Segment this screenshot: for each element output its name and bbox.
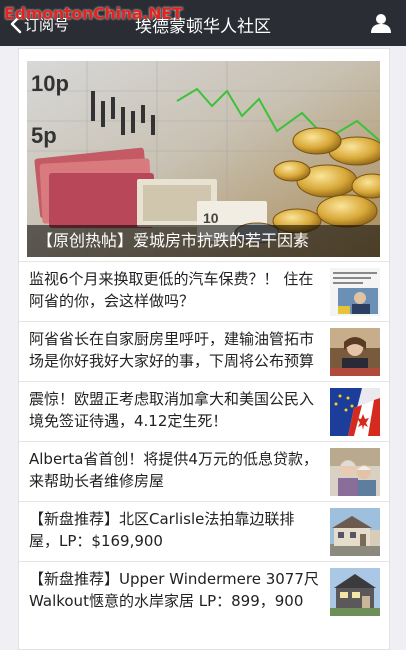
townhouse-thumbnail (330, 508, 380, 556)
chart-tick-label: 10p (31, 71, 69, 96)
premier-video-thumbnail (330, 328, 380, 376)
list-item[interactable]: 阿省省长在自家厨房里呼吁，建输油管拓市场是你好我好大家好的事，下周将公布预算 (19, 321, 389, 381)
chart-tick-label: 5p (31, 123, 57, 148)
svg-text:10: 10 (203, 210, 219, 226)
seniors-couple-thumbnail (330, 448, 380, 496)
hero-caption: 【原创热帖】爱城房市抗跌的若干因素 (27, 225, 380, 257)
back-label: 订阅号 (24, 15, 70, 34)
hero-article[interactable]: 10p 5p 10 【原创热帖】爱城房市抗跌的若干因素 (27, 61, 380, 257)
back-button[interactable]: 订阅号 (10, 12, 69, 36)
article-list: 监视6个月来换取更低的汽车保费？！ 住在阿省的你，会这样做吗？ 阿省省长在自家厨… (19, 261, 389, 621)
news-screenshot-thumbnail (330, 268, 380, 316)
nav-bar: 订阅号 埃德蒙顿华人社区 (0, 0, 406, 46)
list-item[interactable]: 【新盘推荐】北区Carlisle法拍靠边联排屋，LP：$169,900 (19, 501, 389, 561)
house-thumbnail (330, 568, 380, 616)
chevron-left-icon (10, 14, 22, 34)
article-title: 监视6个月来换取更低的汽车保费？！ 住在阿省的你，会这样做吗？ (29, 270, 314, 310)
list-item[interactable]: 监视6个月来换取更低的汽车保费？！ 住在阿省的你，会这样做吗？ (19, 261, 389, 321)
article-title: Alberta省首创！将提供4万元的低息贷款，来帮助长者维修房屋 (29, 450, 318, 490)
list-item[interactable]: 震惊！欧盟正考虑取消加拿大和美国公民入境免签证待遇，4.12定生死！ (19, 381, 389, 441)
eu-canada-flags-thumbnail (330, 388, 380, 436)
list-item[interactable]: 【新盘推荐】Upper Windermere 3077尺Walkout惬意的水岸… (19, 561, 389, 621)
article-title: 阿省省长在自家厨房里呼吁，建输油管拓市场是你好我好大家好的事，下周将公布预算 (29, 330, 315, 370)
page-title: 埃德蒙顿华人社区 (135, 17, 271, 37)
profile-icon[interactable] (370, 12, 392, 34)
article-title: 【新盘推荐】Upper Windermere 3077尺Walkout惬意的水岸… (29, 570, 319, 610)
article-title: 震惊！欧盟正考虑取消加拿大和美国公民入境免签证待遇，4.12定生死！ (29, 390, 315, 430)
list-item[interactable]: Alberta省首创！将提供4万元的低息贷款，来帮助长者维修房屋 (19, 441, 389, 501)
article-card: 10p 5p 10 【原创热帖】爱城房市抗跌的若干因素 监视6个月来换取更低的汽… (18, 48, 390, 650)
article-title: 【新盘推荐】北区Carlisle法拍靠边联排屋，LP：$169,900 (29, 510, 295, 550)
